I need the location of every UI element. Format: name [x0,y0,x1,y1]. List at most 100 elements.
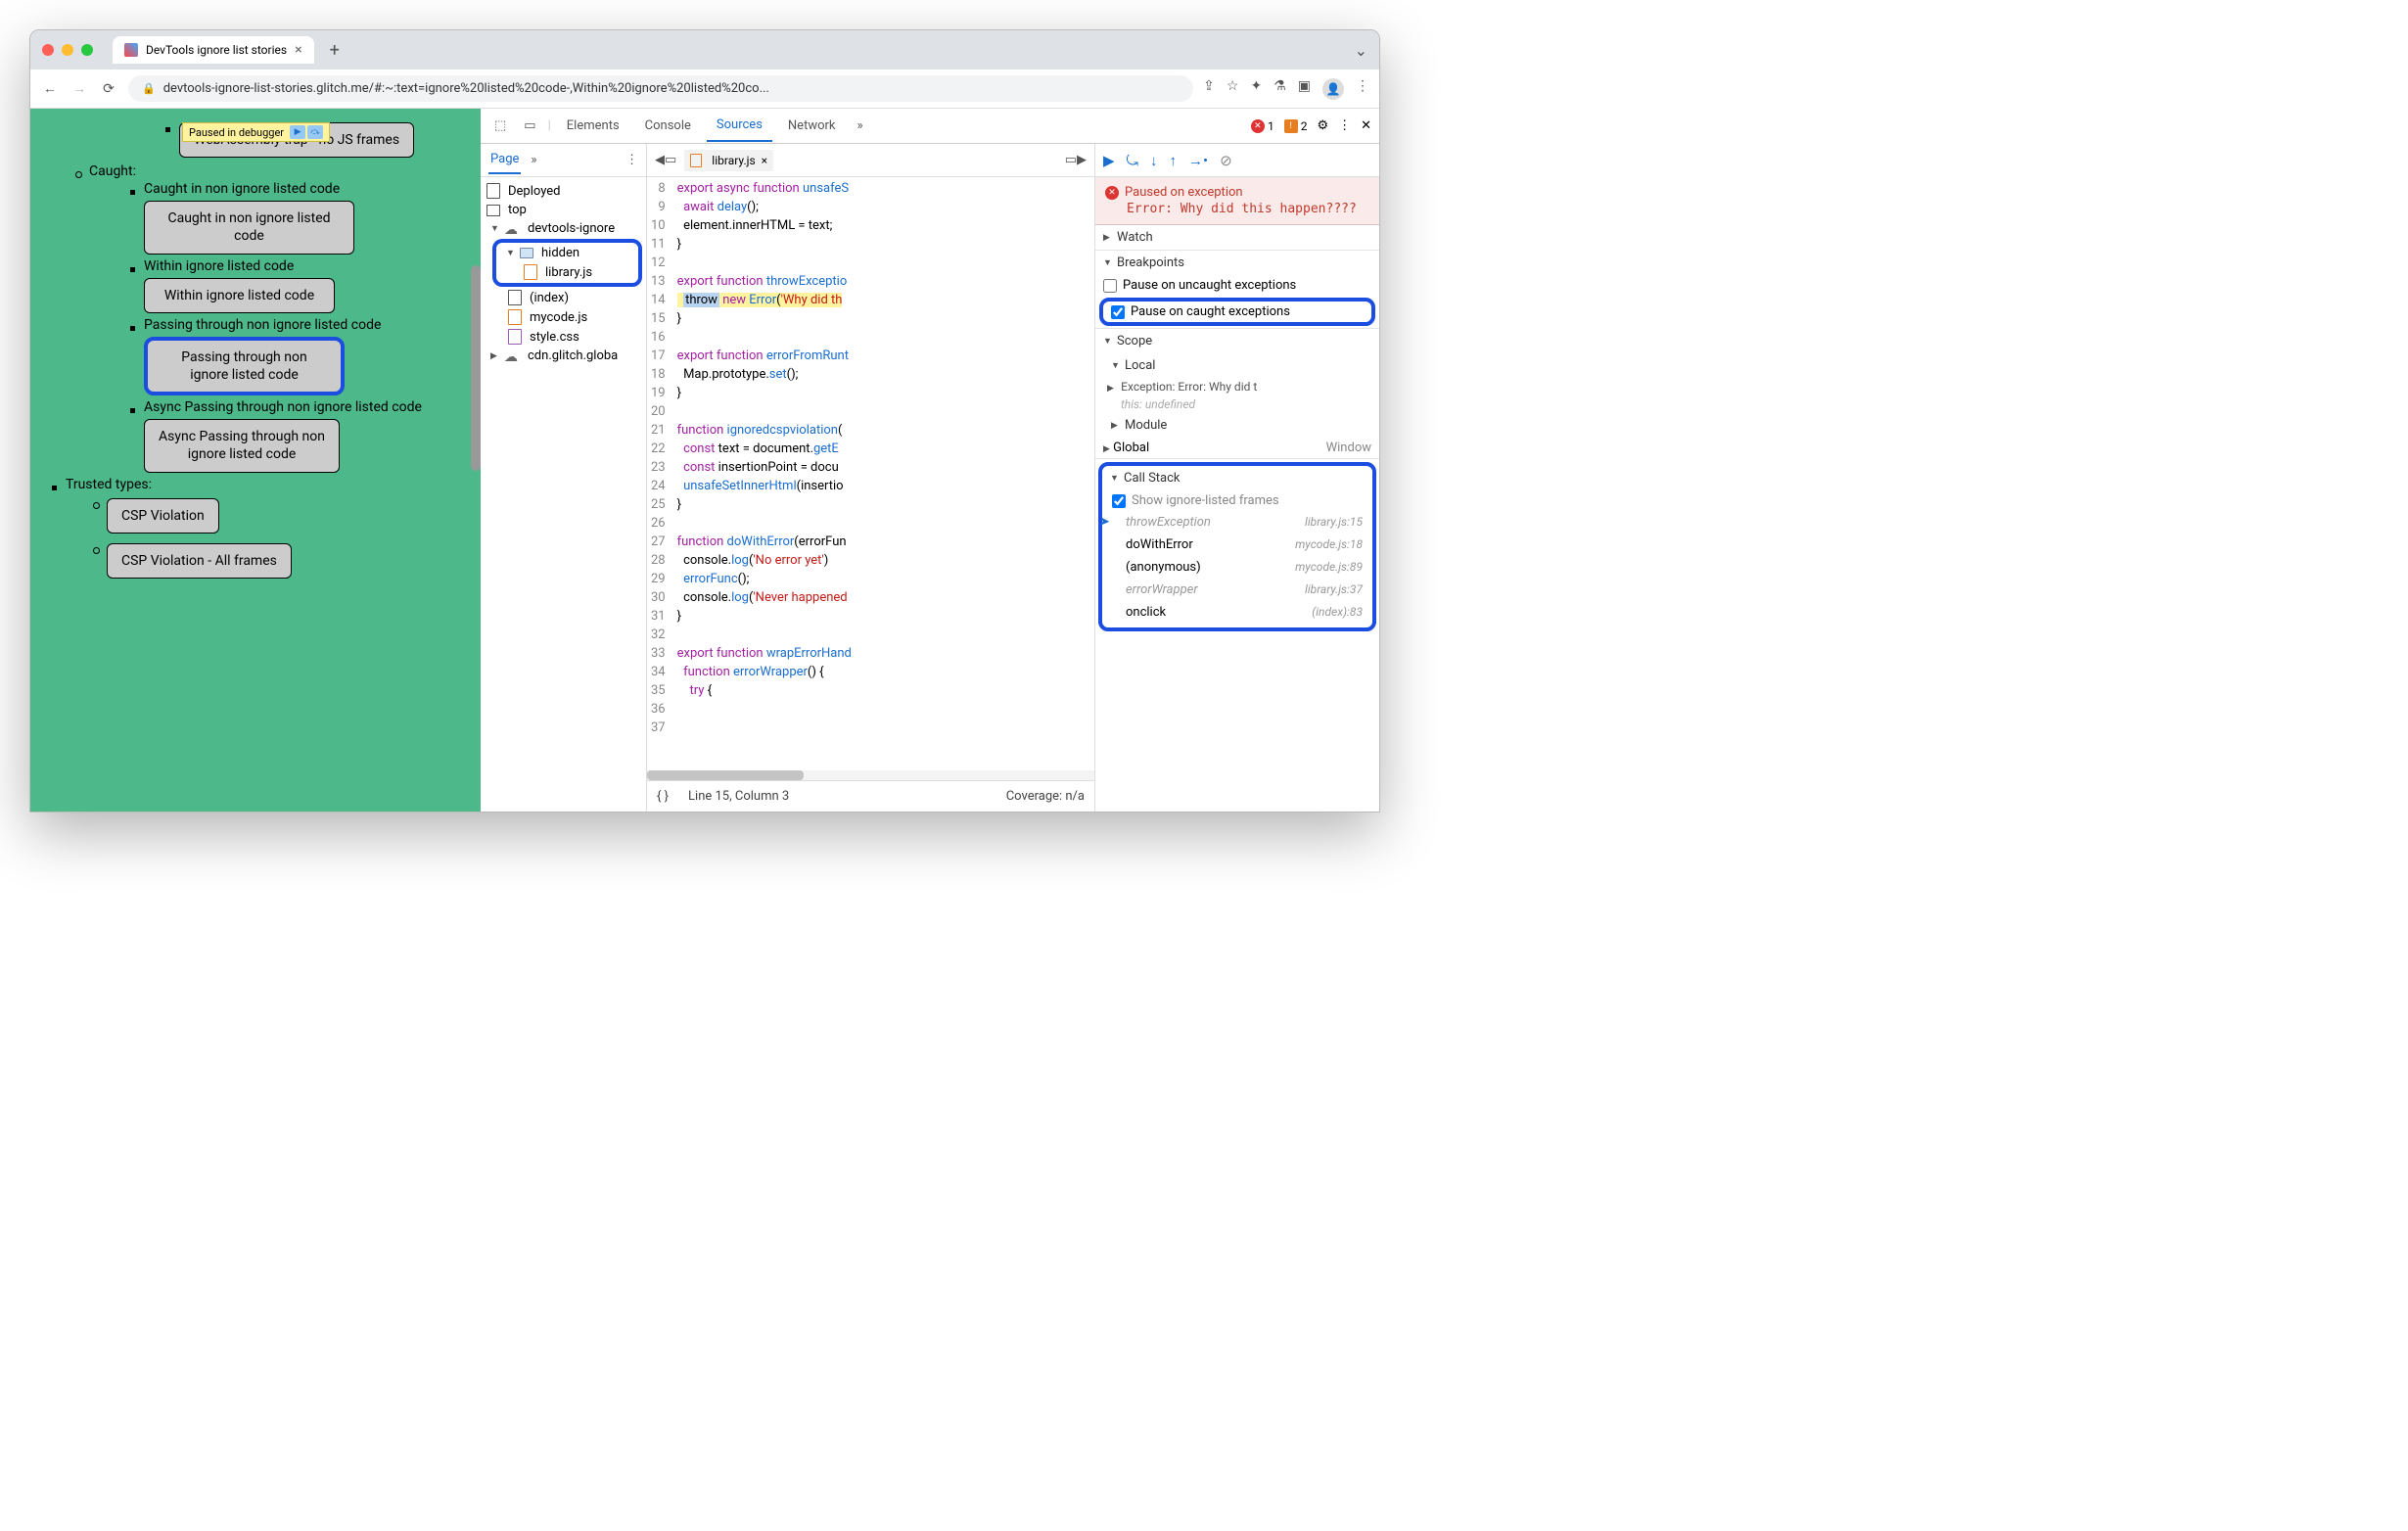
tree-domain[interactable]: ▼devtools-ignore [481,219,646,238]
scope-section[interactable]: ▼Scope [1095,329,1379,353]
tree-top[interactable]: top [481,201,646,219]
back-button[interactable]: ← [40,80,60,97]
devtools-close-icon[interactable]: ✕ [1361,118,1371,133]
tree-deployed[interactable]: Deployed [481,181,646,201]
format-icon[interactable]: { } [657,789,669,804]
share-icon[interactable]: ⇪ [1203,78,1215,100]
callstack-frame[interactable]: errorWrapperlibrary.js:37 [1102,579,1372,601]
devtools: ⬚ ▭ | Elements Console Sources Network »… [481,109,1379,812]
inspect-icon[interactable]: ⬚ [488,118,512,133]
extensions-icon[interactable]: ✦ [1250,78,1262,100]
tree-hidden-folder[interactable]: ▼hidden [496,244,638,262]
bookmark-icon[interactable]: ☆ [1227,78,1239,100]
window-max-dot[interactable] [81,44,93,56]
new-tab-button[interactable]: + [330,40,340,61]
callstack-frame[interactable]: onclick(index):83 [1102,601,1372,624]
page-scrollbar[interactable] [471,265,481,471]
tab-console[interactable]: Console [635,111,701,141]
resume-button[interactable]: ▶ [1103,152,1115,169]
show-ignored-checkbox[interactable]: Show ignore-listed frames [1102,490,1372,511]
paused-overlay: Paused in debugger ▶ ⤼ [182,122,330,142]
tree-cdn[interactable]: ▶cdn.glitch.globa [481,347,646,365]
bp-uncaught-checkbox[interactable]: Pause on uncaught exceptions [1095,275,1379,296]
page-viewport: Paused in debugger ▶ ⤼ WebAssembly trap … [30,109,481,812]
titlebar: DevTools ignore list stories × + ⌄ [30,30,1379,70]
code-content: export async function unsafeS await dela… [673,177,852,770]
debugger-panel: ▶ ⤿ ↓ ↑ →• ⊘ ✕Paused on exception Error:… [1095,144,1379,812]
browser-tab[interactable]: DevTools ignore list stories × [113,36,314,64]
more-tabs-icon[interactable]: » [852,118,869,133]
error-badge[interactable]: ✕1 [1251,119,1274,133]
code-editor[interactable]: 8 9 10 11 12 13 14 15 16 17 18 19 20 21 … [647,177,1094,770]
csp-button[interactable]: CSP Violation [107,498,219,534]
reload-button[interactable]: ⟳ [99,81,118,97]
nav-more-icon[interactable]: » [531,153,536,167]
profile-avatar[interactable]: 👤 [1322,78,1344,100]
tabs-overflow-icon[interactable]: ⌄ [1355,41,1367,60]
csp-all-button[interactable]: CSP Violation - All frames [107,543,292,579]
tab-sources[interactable]: Sources [707,110,772,142]
tree-library-file[interactable]: library.js [496,262,638,282]
tree-index-file[interactable]: (index) [481,288,646,307]
callstack-frame[interactable]: (anonymous)mycode.js:89 [1102,556,1372,579]
settings-icon[interactable]: ⚙ [1317,118,1328,133]
callstack-frame[interactable]: doWithErrormycode.js:18 [1102,534,1372,556]
within-button[interactable]: Within ignore listed code [144,278,335,313]
devtools-menu-icon[interactable]: ⋮ [1338,118,1351,133]
caught-button[interactable]: Caught in non ignore listed code [144,201,354,254]
issue-badge[interactable]: !2 [1284,119,1308,133]
editor-h-scrollbar[interactable] [647,770,1094,780]
step-over-button[interactable]: ⤿ [1127,152,1139,169]
step-button[interactable]: →• [1188,152,1208,169]
tab-elements[interactable]: Elements [557,111,629,141]
breakpoints-section[interactable]: ▼Breakpoints [1095,251,1379,275]
scope-module[interactable]: ▶Module [1095,413,1379,438]
window-close-dot[interactable] [42,44,54,56]
nav-page-tab[interactable]: Page [488,146,521,174]
passing-button[interactable]: Passing through non ignore listed code [144,337,345,395]
step-out-button[interactable]: ↑ [1170,152,1178,169]
error-icon: ✕ [1105,186,1119,200]
editor-panel: ◀▭ library.js × ▭▶ 8 9 10 11 12 13 14 15… [647,144,1095,812]
editor-tab-close-icon[interactable]: × [762,154,767,167]
device-icon[interactable]: ▭ [518,118,541,133]
window-min-dot[interactable] [62,44,73,56]
callstack-frame[interactable]: throwExceptionlibrary.js:15 [1102,511,1372,534]
step-icon[interactable]: ⤼ [307,125,323,139]
coverage-status: Coverage: n/a [1006,789,1085,804]
lock-icon: 🔒 [142,82,156,95]
devtools-tabbar: ⬚ ▭ | Elements Console Sources Network »… [481,109,1379,144]
async-passing-button[interactable]: Async Passing through non ignore listed … [144,419,340,472]
pause-banner: ✕Paused on exception Error: Why did this… [1095,177,1379,225]
watch-section[interactable]: ▶Watch [1095,225,1379,250]
tree-style-file[interactable]: style.css [481,327,646,347]
nav-menu-icon[interactable]: ⋮ [625,153,638,167]
url-field[interactable]: 🔒 devtools-ignore-list-stories.glitch.me… [128,75,1193,102]
scope-this: this: undefined [1095,395,1379,413]
bp-caught-checkbox[interactable]: Pause on caught exceptions [1099,298,1375,326]
cursor-position: Line 15, Column 3 [688,789,789,804]
url-bar: ← → ⟳ 🔒 devtools-ignore-list-stories.gli… [30,70,1379,109]
prev-file-icon[interactable]: ◀▭ [655,153,676,167]
deactivate-bp-button[interactable]: ⊘ [1220,152,1232,169]
tab-close-icon[interactable]: × [295,42,301,58]
paused-label: Paused in debugger [189,126,284,139]
labs-icon[interactable]: ⚗ [1273,78,1286,100]
callstack-highlight: ▼Call Stack Show ignore-listed frames th… [1098,462,1376,631]
tab-network[interactable]: Network [778,111,846,141]
debugger-toolbar: ▶ ⤿ ↓ ↑ →• ⊘ [1095,144,1379,177]
step-into-button[interactable]: ↓ [1150,152,1158,169]
scope-global[interactable]: ▶ GlobalWindow [1095,438,1379,458]
kebab-menu-icon[interactable]: ⋮ [1356,78,1369,100]
tree-mycode-file[interactable]: mycode.js [481,307,646,327]
next-file-icon[interactable]: ▭▶ [1065,153,1087,167]
scope-exception[interactable]: ▶ Exception: Error: Why did t [1095,378,1379,395]
line-gutter: 8 9 10 11 12 13 14 15 16 17 18 19 20 21 … [647,177,673,770]
resume-icon[interactable]: ▶ [290,125,305,139]
caught-heading: Caught: [89,163,475,179]
callstack-section[interactable]: ▼Call Stack [1102,466,1372,490]
li-caught: Caught in non ignore listed code [144,181,340,197]
editor-tab[interactable]: library.js × [684,150,773,171]
scope-local[interactable]: ▼Local [1095,353,1379,378]
devtools-icon[interactable]: ▣ [1298,78,1311,100]
